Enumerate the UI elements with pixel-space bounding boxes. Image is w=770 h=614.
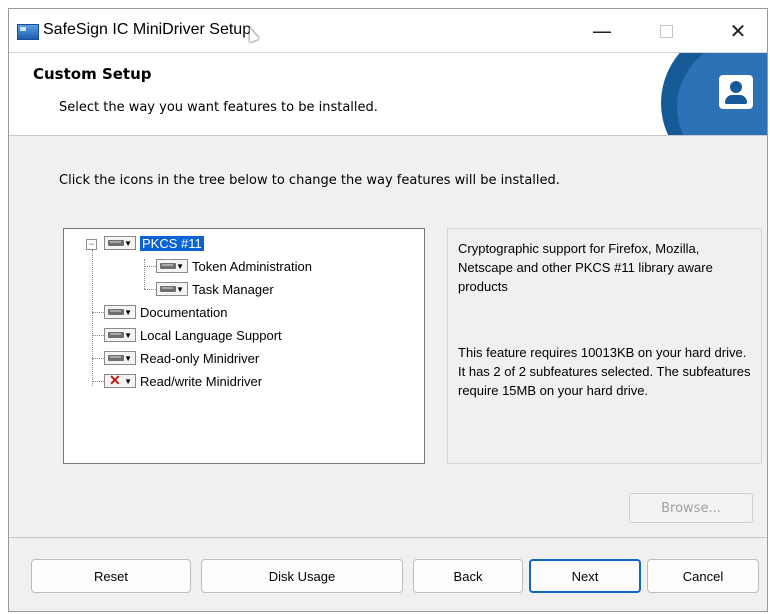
drive-icon[interactable]: ▼ [104, 351, 136, 365]
maximize-button[interactable] [643, 15, 689, 47]
drive-icon[interactable]: ▼ [104, 328, 136, 342]
setup-window: SafeSign IC MiniDriver Setup — ✕ Custom … [8, 8, 768, 612]
tree-connector [144, 266, 156, 267]
minimize-button[interactable]: — [579, 15, 625, 47]
reset-button[interactable]: Reset [31, 559, 191, 593]
tree-instruction: Click the icons in the tree below to cha… [59, 173, 560, 188]
setup-icon [17, 24, 39, 40]
close-button[interactable]: ✕ [715, 15, 761, 47]
drive-icon[interactable]: ▼ [156, 259, 188, 273]
tree-connector [92, 335, 104, 336]
drive-icon[interactable]: ▼ [104, 236, 136, 250]
page-subtitle: Select the way you want features to be i… [59, 100, 378, 115]
x-icon[interactable]: ✕ ▼ [104, 372, 136, 388]
tree-connector [144, 259, 145, 289]
tree-node-documentation[interactable]: ▼ Documentation [104, 302, 227, 322]
tree-node-label: PKCS #11 [140, 235, 204, 251]
next-button[interactable]: Next [529, 559, 641, 593]
browse-button[interactable]: Browse... [629, 493, 753, 523]
tree-node-local-language-support[interactable]: ▼ Local Language Support [104, 325, 282, 345]
back-button[interactable]: Back [413, 559, 523, 593]
window-title: SafeSign IC MiniDriver Setup [43, 21, 252, 38]
header-banner: Custom Setup Select the way you want fea… [9, 53, 767, 136]
tree-node-token-administration[interactable]: ▼ Token Administration [156, 256, 312, 276]
drive-icon[interactable]: ▼ [156, 282, 188, 296]
user-card-icon [719, 75, 753, 109]
cancel-button[interactable]: Cancel [647, 559, 759, 593]
tree-connector [92, 381, 104, 382]
title-bar[interactable]: SafeSign IC MiniDriver Setup — ✕ [9, 9, 767, 53]
tree-node-label: Task Manager [192, 281, 274, 297]
page-title: Custom Setup [33, 65, 152, 83]
tree-connector [92, 250, 93, 386]
feature-requirements: This feature requires 10013KB on your ha… [458, 345, 751, 398]
brand-logo [641, 53, 767, 135]
tree-connector [92, 312, 104, 313]
footer-divider [9, 537, 767, 538]
tree-connector [92, 358, 104, 359]
tree-node-pkcs11[interactable]: ▼ PKCS #11 [104, 233, 204, 253]
disk-usage-button[interactable]: Disk Usage [201, 559, 403, 593]
collapse-toggle[interactable]: − [86, 239, 97, 250]
feature-tree[interactable]: − ▼ PKCS #11 ▼ Token Administration ▼ Ta… [63, 228, 425, 464]
tree-node-label: Read-only Minidriver [140, 350, 260, 366]
tree-node-read-write-minidriver[interactable]: ✕ ▼ Read/write Minidriver [104, 371, 262, 391]
tree-node-task-manager[interactable]: ▼ Task Manager [156, 279, 274, 299]
tree-node-label: Read/write Minidriver [140, 373, 263, 389]
tree-connector [144, 289, 156, 290]
tree-node-label: Token Administration [192, 258, 312, 274]
feature-summary: Cryptographic support for Firefox, Mozil… [458, 241, 713, 294]
maximize-icon [659, 24, 673, 38]
feature-description: Cryptographic support for Firefox, Mozil… [447, 228, 762, 464]
tree-node-read-only-minidriver[interactable]: ▼ Read-only Minidriver [104, 348, 259, 368]
tree-node-label: Local Language Support [140, 327, 282, 343]
drive-icon[interactable]: ▼ [104, 305, 136, 319]
tree-node-label: Documentation [140, 304, 228, 320]
